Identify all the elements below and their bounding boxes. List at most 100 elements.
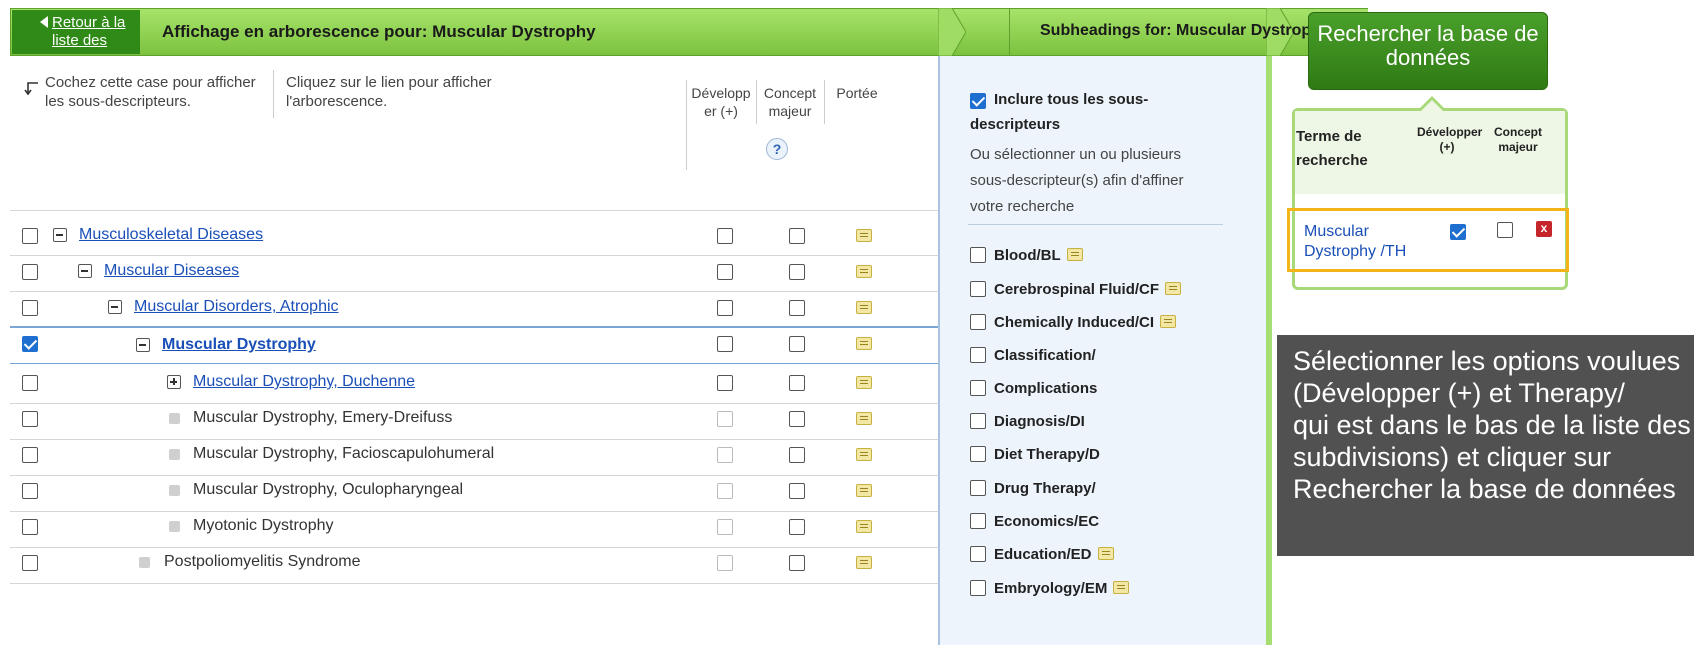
explode-checkbox[interactable] [717, 375, 733, 391]
subheadings-title: Subheadings for: Muscular Dystrophy [1040, 22, 1330, 39]
subheading-item[interactable]: Education/ED [970, 546, 1114, 563]
overlay-line: Sélectionner les options voulues [1293, 346, 1681, 376]
row-checkbox[interactable] [22, 555, 38, 571]
explode-checkbox[interactable] [717, 336, 733, 352]
subheading-checkbox[interactable] [970, 314, 986, 330]
subheading-item[interactable]: Blood/BL [970, 247, 1083, 264]
delete-icon[interactable]: x [1536, 221, 1552, 237]
subheading-label: Cerebrospinal Fluid/CF [994, 281, 1160, 298]
explode-checkbox[interactable] [717, 300, 733, 316]
major-checkbox[interactable] [789, 228, 805, 244]
row-checkbox[interactable] [22, 375, 38, 391]
subheading-checkbox[interactable] [970, 513, 986, 529]
scope-note-icon[interactable] [856, 376, 872, 389]
subheading-checkbox[interactable] [970, 446, 986, 462]
explode-checkbox-disabled [717, 447, 733, 463]
subheading-item[interactable]: Classification/ [970, 347, 1096, 364]
scope-note-icon[interactable] [1160, 315, 1177, 328]
scope-note-icon[interactable] [856, 265, 872, 278]
back-to-list-link[interactable]: Retour à la liste des [12, 10, 140, 54]
note-divider [273, 70, 274, 118]
major-checkbox[interactable] [789, 519, 805, 535]
subheading-item[interactable]: Diet Therapy/D [970, 446, 1100, 463]
major-checkbox[interactable] [789, 336, 805, 352]
subheading-label: Blood/BL [994, 247, 1061, 264]
explode-checkbox[interactable] [717, 228, 733, 244]
scope-note-icon[interactable] [856, 520, 872, 533]
include-all-line2: descripteurs [970, 116, 1061, 133]
selected-explode-checkbox[interactable] [1450, 224, 1466, 240]
help-icon[interactable]: ? [766, 138, 788, 160]
selected-major-checkbox[interactable] [1497, 222, 1513, 238]
subheading-checkbox[interactable] [970, 347, 986, 363]
scope-note-icon[interactable] [856, 301, 872, 314]
collapse-icon[interactable] [136, 338, 150, 352]
row-checkbox[interactable] [22, 264, 38, 280]
subheading-checkbox[interactable] [970, 413, 986, 429]
leaf-node-icon [169, 485, 180, 496]
collapse-icon[interactable] [78, 264, 92, 278]
major-checkbox[interactable] [789, 411, 805, 427]
subheading-checkbox[interactable] [970, 380, 986, 396]
major-checkbox[interactable] [789, 447, 805, 463]
col-term-header: Terme de recherche [1296, 128, 1368, 169]
tree-link-muscular-dystrophy[interactable]: Muscular Dystrophy [162, 336, 316, 354]
expand-icon[interactable] [167, 375, 181, 389]
scope-note-icon[interactable] [1066, 248, 1083, 261]
subheading-item[interactable]: Embryology/EM [970, 580, 1130, 597]
scope-note-icon[interactable] [856, 448, 872, 461]
subheading-item[interactable]: Diagnosis/DI [970, 413, 1085, 430]
collapse-icon[interactable] [108, 300, 122, 314]
row-checkbox[interactable] [22, 228, 38, 244]
major-checkbox[interactable] [789, 264, 805, 280]
subheading-checkbox[interactable] [970, 281, 986, 297]
col-explode-header: Développ er (+) [691, 85, 751, 119]
scope-note-icon[interactable] [1165, 282, 1182, 295]
tree-link-muscular-disorders-atrophic[interactable]: Muscular Disorders, Atrophic [134, 298, 339, 316]
leaf-node-icon [169, 449, 180, 460]
search-database-button[interactable]: Rechercher la base de données [1308, 12, 1548, 90]
scope-note-icon[interactable] [856, 484, 872, 497]
scope-note-icon[interactable] [856, 337, 872, 350]
major-checkbox[interactable] [789, 483, 805, 499]
row-checkbox[interactable] [22, 519, 38, 535]
scope-note-icon[interactable] [856, 229, 872, 242]
row-checkbox[interactable] [22, 483, 38, 499]
subheading-item[interactable]: Complications [970, 380, 1097, 397]
row-checkbox[interactable] [22, 300, 38, 316]
subheading-checkbox[interactable] [970, 480, 986, 496]
selected-term[interactable]: Muscular Dystrophy /TH [1304, 222, 1406, 262]
tree-link-muscular-diseases[interactable]: Muscular Diseases [104, 262, 239, 280]
subheading-item[interactable]: Economics/EC [970, 513, 1099, 530]
include-all-checkbox[interactable] [970, 93, 986, 109]
tree-term-postpoliomyelitis: Postpoliomyelitis Syndrome [164, 553, 361, 570]
subheading-item[interactable]: Chemically Induced/CI [970, 314, 1177, 331]
subheading-checkbox[interactable] [970, 247, 986, 263]
subheading-item[interactable]: Drug Therapy/ [970, 480, 1096, 497]
row-checkbox-checked[interactable] [22, 336, 38, 352]
col-major-header-right: Concept majeur [1494, 125, 1542, 154]
major-checkbox[interactable] [789, 300, 805, 316]
back-link-label: Retour à la liste des [52, 14, 126, 49]
tree-link-musculoskeletal-diseases[interactable]: Musculoskeletal Diseases [79, 226, 263, 244]
collapse-icon[interactable] [53, 228, 67, 242]
overlay-line: qui est dans le bas de la liste des [1293, 410, 1691, 440]
tree-link-muscular-dystrophy-duchenne[interactable]: Muscular Dystrophy, Duchenne [193, 373, 415, 391]
overlay-line: (Développer (+) et Therapy/ [1293, 378, 1625, 408]
scope-note-icon[interactable] [1097, 547, 1114, 560]
header-arrow-divider [938, 8, 966, 56]
row-checkbox[interactable] [22, 411, 38, 427]
scope-note-icon[interactable] [1113, 581, 1130, 594]
col-divider-2 [756, 80, 757, 124]
scope-note-icon[interactable] [856, 556, 872, 569]
subheading-checkbox[interactable] [970, 580, 986, 596]
major-checkbox[interactable] [789, 555, 805, 571]
col-major-header: Concept majeur [763, 85, 817, 119]
scope-note-icon[interactable] [856, 412, 872, 425]
subheadings-hint: Ou sélectionner un ou plusieurs sous-des… [970, 142, 1184, 220]
row-checkbox[interactable] [22, 447, 38, 463]
subheading-item[interactable]: Cerebrospinal Fluid/CF [970, 281, 1182, 298]
explode-checkbox[interactable] [717, 264, 733, 280]
subheading-checkbox[interactable] [970, 546, 986, 562]
major-checkbox[interactable] [789, 375, 805, 391]
